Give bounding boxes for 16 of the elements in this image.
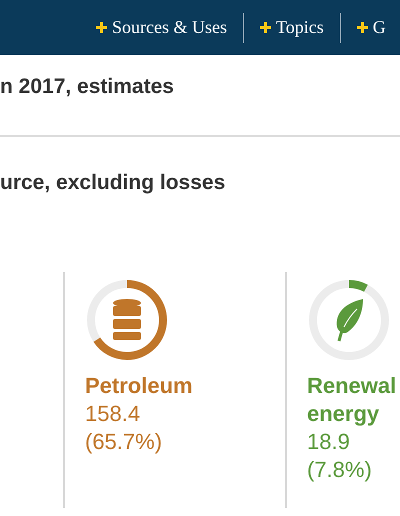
plus-icon xyxy=(356,22,368,33)
plus-icon xyxy=(96,22,107,33)
nav-link[interactable]: Topics xyxy=(252,14,332,41)
subtitle: n 2017, estimates xyxy=(0,74,175,100)
source-share: (7.8%) xyxy=(307,456,373,484)
source-name: Renewal energy xyxy=(307,372,398,428)
nav-link[interactable]: Sources & Uses xyxy=(88,14,235,41)
section-title: urce, excluding losses xyxy=(0,170,226,196)
nav-link[interactable]: G xyxy=(348,14,394,41)
source-share: (65.7%) xyxy=(85,428,164,456)
plus-icon xyxy=(260,22,271,33)
source-name: Petroleum xyxy=(85,372,194,400)
source-value: 18.9 xyxy=(307,428,351,456)
barrel-ring-icon xyxy=(85,278,169,362)
leaf-ring-icon xyxy=(307,278,391,362)
source-value: 158.4 xyxy=(85,400,142,428)
